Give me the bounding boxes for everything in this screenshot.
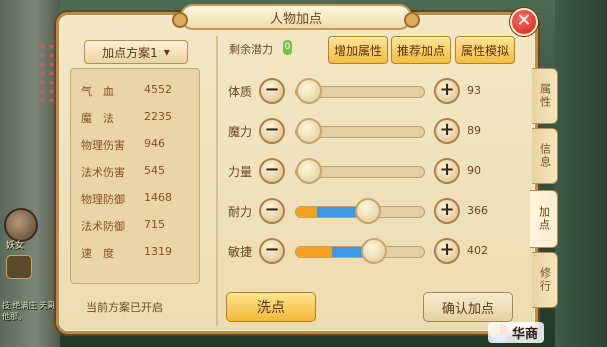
background-foliage (555, 0, 607, 347)
scheme-status: 当前方案已开启 (86, 301, 163, 314)
background-flowers (38, 42, 56, 102)
attribute-value: 89 (467, 124, 481, 137)
stat-value: 545 (144, 164, 165, 177)
stat-row: 气 血 4552 (81, 83, 196, 103)
base-fill (296, 247, 333, 257)
side-tab[interactable]: 修行 (532, 252, 558, 308)
attribute-value: 90 (467, 164, 481, 177)
attribute-row: 体质 − +93 (228, 78, 488, 104)
stat-value: 1319 (144, 245, 172, 258)
side-tab[interactable]: 加点 (530, 190, 558, 248)
chat-icon[interactable] (6, 255, 32, 279)
increase-button[interactable]: + (434, 118, 460, 144)
player-avatar[interactable] (4, 208, 38, 242)
stat-row: 法术伤害 545 (81, 164, 196, 184)
stat-name: 速 度 (81, 247, 114, 260)
base-fill (296, 207, 317, 217)
attribute-name: 魔力 (228, 125, 253, 139)
stat-name: 法术防御 (81, 220, 125, 233)
attribute-row: 力量 − +90 (228, 158, 488, 184)
stat-row: 魔 法 2235 (81, 110, 196, 130)
attribute-value: 93 (467, 84, 481, 97)
wash-points-button[interactable]: 洗点 (226, 292, 316, 322)
stat-value: 946 (144, 137, 165, 150)
close-button[interactable]: ✕ (510, 8, 538, 36)
panel-title: 人物加点 (172, 4, 420, 30)
attribute-slider[interactable] (295, 78, 425, 104)
attribute-row: 魔力 − +89 (228, 118, 488, 144)
attribute-slider[interactable] (295, 238, 425, 264)
slider-handle[interactable] (296, 158, 322, 184)
attribute-value: 402 (467, 244, 488, 257)
stat-value: 715 (144, 218, 165, 231)
stat-value: 4552 (144, 83, 172, 96)
stat-row: 法术防御 715 (81, 218, 196, 238)
decrease-button[interactable]: − (259, 158, 285, 184)
attribute-value: 366 (467, 204, 488, 217)
divider (216, 36, 218, 326)
attribute-slider[interactable] (295, 198, 425, 224)
avatar-label: 妖女 (6, 241, 25, 251)
watermark: 华商 (488, 322, 545, 343)
slider-handle[interactable] (361, 238, 387, 264)
scheme-dropdown-label: 加点方案1 (102, 45, 158, 60)
attribute-row: 敏捷 − +402 (228, 238, 488, 264)
remaining-points-value: 0 (283, 40, 292, 55)
side-tab[interactable]: 属性 (532, 68, 558, 124)
stat-name: 气 血 (81, 85, 114, 98)
side-tab[interactable]: 信息 (532, 128, 558, 184)
chat-text: 技·绝满庄 天哥他那。 (2, 301, 56, 321)
slider-handle[interactable] (296, 118, 322, 144)
remaining-points-label: 剩余潜力 (229, 43, 273, 56)
increase-button[interactable]: + (434, 238, 460, 264)
attribute-name: 耐力 (228, 205, 253, 219)
attribute-name: 力量 (228, 165, 253, 179)
stat-row: 物理防御 1468 (81, 191, 196, 211)
decrease-button[interactable]: − (259, 78, 285, 104)
stat-name: 法术伤害 (81, 166, 125, 179)
decrease-button[interactable]: − (259, 238, 285, 264)
slider-handle[interactable] (296, 78, 322, 104)
recommend-points-button[interactable]: 推荐加点 (391, 36, 451, 64)
attribute-name: 体质 (228, 85, 253, 99)
chevron-down-icon: ▾ (163, 45, 170, 59)
add-attribute-button[interactable]: 增加属性 (328, 36, 388, 64)
decrease-button[interactable]: − (259, 198, 285, 224)
stat-value: 2235 (144, 110, 172, 123)
attribute-row: 耐力 − +366 (228, 198, 488, 224)
increase-button[interactable]: + (434, 198, 460, 224)
attribute-name: 敏捷 (228, 245, 253, 259)
confirm-points-button[interactable]: 确认加点 (423, 292, 513, 322)
increase-button[interactable]: + (434, 78, 460, 104)
scheme-dropdown[interactable]: 加点方案1 ▾ (84, 40, 188, 64)
simulate-attribute-button[interactable]: 属性模拟 (455, 36, 515, 64)
stat-row: 物理伤害 946 (81, 137, 196, 157)
stats-list: 气 血 4552 魔 法 2235 物理伤害 946 法术伤害 545 物理防御 1468 法术防御… (70, 68, 200, 284)
attribute-slider[interactable] (295, 158, 425, 184)
attribute-slider[interactable] (295, 118, 425, 144)
increase-button[interactable]: + (434, 158, 460, 184)
stat-name: 物理防御 (81, 193, 125, 206)
stat-row: 速 度 1319 (81, 245, 196, 265)
slider-handle[interactable] (354, 198, 381, 224)
decrease-button[interactable]: − (259, 118, 285, 144)
stat-name: 物理伤害 (81, 139, 125, 152)
stat-name: 魔 法 (81, 112, 114, 125)
stat-value: 1468 (144, 191, 172, 204)
